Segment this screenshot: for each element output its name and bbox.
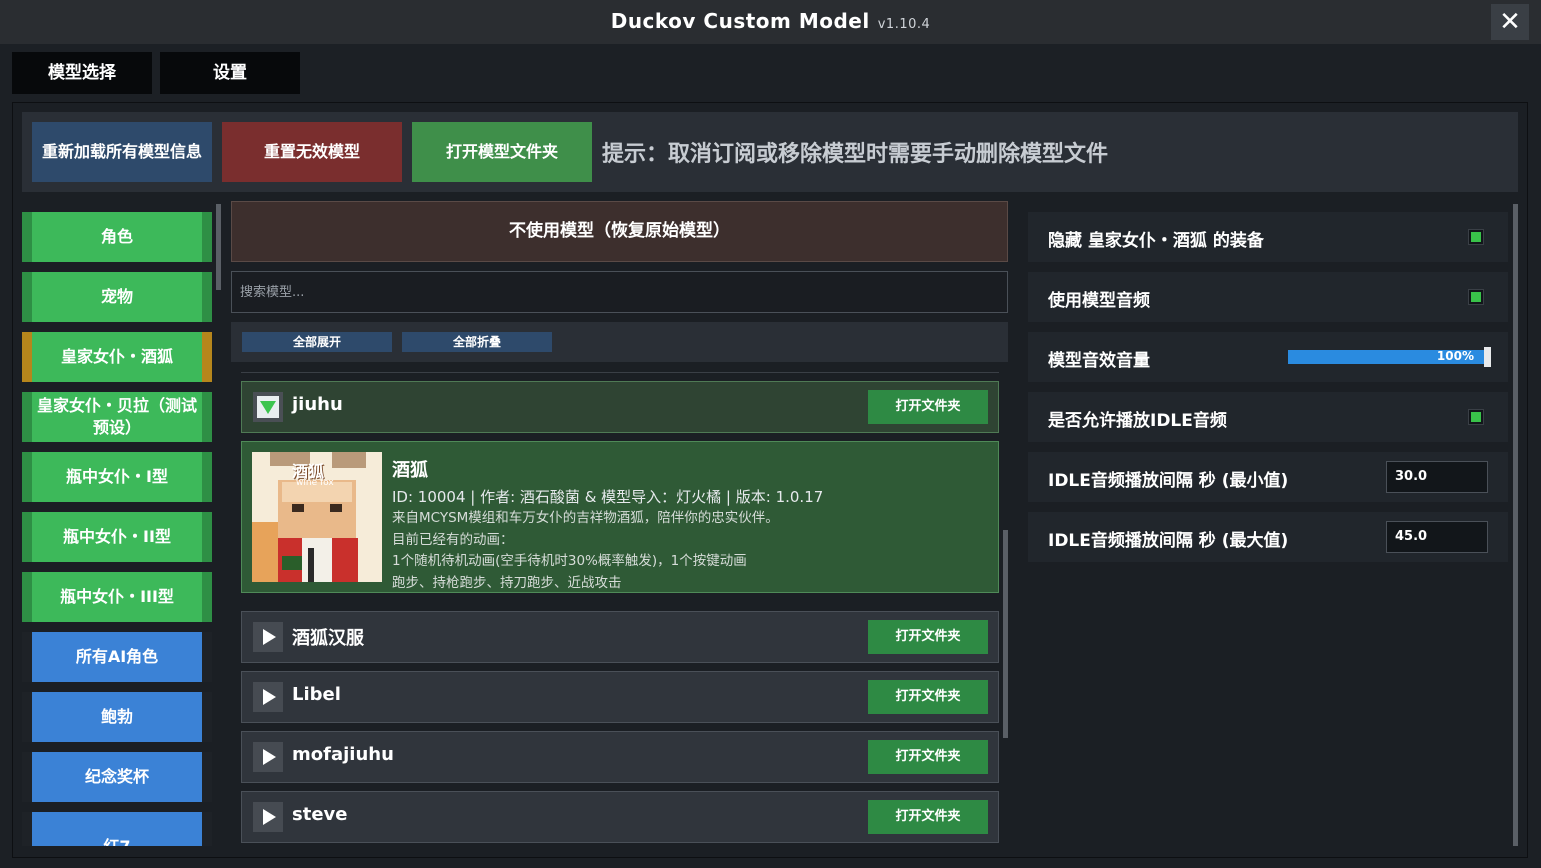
category-bob[interactable]: 鲍勃 bbox=[22, 692, 212, 742]
setting-allow-idle: 是否允许播放IDLE音频 bbox=[1028, 392, 1508, 442]
model-name: Libel bbox=[292, 684, 341, 705]
setting-idle-max: IDLE音频播放间隔 秒 (最大值) 45.0 bbox=[1028, 512, 1508, 562]
idle-max-input[interactable]: 45.0 bbox=[1386, 521, 1488, 553]
setting-label: 是否允许播放IDLE音频 bbox=[1048, 411, 1227, 431]
tab-model-select[interactable]: 模型选择 bbox=[12, 52, 152, 94]
window-title-text: Duckov Custom Model bbox=[610, 9, 870, 33]
no-model-button[interactable]: 不使用模型（恢复原始模型） bbox=[231, 201, 1008, 262]
desc-line: 跑步、持枪跑步、持刀跑步、近战攻击 bbox=[392, 574, 622, 591]
hide-equipment-checkbox[interactable] bbox=[1468, 229, 1484, 245]
collapsed-arrow-icon[interactable] bbox=[253, 622, 283, 652]
setting-label: 模型音效音量 bbox=[1048, 351, 1150, 371]
volume-slider[interactable]: 100% bbox=[1288, 347, 1491, 367]
allow-idle-checkbox[interactable] bbox=[1468, 409, 1484, 425]
reset-invalid-button[interactable]: 重置无效模型 bbox=[222, 122, 402, 182]
expand-bar: 全部展开 全部折叠 bbox=[231, 322, 1008, 362]
thumbnail-subtitle: wine fox bbox=[296, 478, 334, 488]
expanded-arrow-icon[interactable] bbox=[253, 392, 283, 422]
check-mark-icon bbox=[1471, 412, 1481, 422]
model-row-steve[interactable]: steve 打开文件夹 bbox=[241, 791, 999, 843]
category-royal-maid-winefox[interactable]: 皇家女仆・酒狐 bbox=[22, 332, 212, 382]
model-name: jiuhu bbox=[292, 394, 343, 415]
collapsed-arrow-icon[interactable] bbox=[253, 682, 283, 712]
tab-settings[interactable]: 设置 bbox=[160, 52, 300, 94]
desc-line: 1个随机待机动画(空手待机时30%概率触发)，1个按键动画 bbox=[392, 553, 747, 569]
desc-line: 来自MCYSM模组和车万女仆的吉祥物酒狐，陪伴你的忠实伙伴。 bbox=[392, 510, 779, 526]
list-divider bbox=[241, 372, 999, 373]
expand-all-button[interactable]: 全部展开 bbox=[242, 332, 392, 352]
model-name: steve bbox=[292, 804, 348, 825]
setting-use-sound: 使用模型音频 bbox=[1028, 272, 1508, 322]
model-row-jiuhu-hanfu[interactable]: 酒狐汉服 打开文件夹 bbox=[241, 611, 999, 663]
setting-volume: 模型音效音量 100% bbox=[1028, 332, 1508, 382]
model-row-libel[interactable]: Libel 打开文件夹 bbox=[241, 671, 999, 723]
toolbar: 重新加载所有模型信息 重置无效模型 打开模型文件夹 提示：取消订阅或移除模型时需… bbox=[22, 112, 1518, 192]
collapsed-arrow-icon[interactable] bbox=[253, 742, 283, 772]
model-detail-card[interactable]: 酒狐 wine fox 酒狐 ID: 10004 | 作者: 酒石酸菌 & 模型… bbox=[241, 441, 999, 593]
slider-handle[interactable] bbox=[1484, 347, 1491, 367]
collapse-all-button[interactable]: 全部折叠 bbox=[402, 332, 552, 352]
open-folder-button[interactable]: 打开文件夹 bbox=[868, 740, 988, 774]
category-pet[interactable]: 宠物 bbox=[22, 272, 212, 322]
reload-models-button[interactable]: 重新加载所有模型信息 bbox=[32, 122, 212, 182]
model-title: 酒狐 bbox=[392, 460, 428, 481]
model-name: mofajiuhu bbox=[292, 744, 394, 765]
collapsed-arrow-icon[interactable] bbox=[253, 802, 283, 832]
setting-label: IDLE音频播放间隔 秒 (最小值) bbox=[1048, 471, 1289, 491]
open-folder-button[interactable]: 打开文件夹 bbox=[868, 620, 988, 654]
open-folder-button[interactable]: 打开文件夹 bbox=[868, 800, 988, 834]
category-red7[interactable]: 红7 bbox=[22, 812, 212, 846]
model-name: 酒狐汉服 bbox=[292, 628, 364, 649]
close-icon[interactable]: ✕ bbox=[1491, 4, 1529, 40]
category-bottle-maid-1[interactable]: 瓶中女仆・I型 bbox=[22, 452, 212, 502]
setting-label: IDLE音频播放间隔 秒 (最大值) bbox=[1048, 531, 1289, 551]
desc-line: 目前已经有的动画： bbox=[392, 531, 514, 548]
idle-min-input[interactable]: 30.0 bbox=[1386, 461, 1488, 493]
open-folder-button[interactable]: 打开文件夹 bbox=[868, 390, 988, 424]
version-label: v1.10.4 bbox=[877, 17, 931, 32]
model-thumbnail: 酒狐 wine fox bbox=[252, 452, 382, 582]
setting-idle-min: IDLE音频播放间隔 秒 (最小值) 30.0 bbox=[1028, 452, 1508, 502]
category-trophy[interactable]: 纪念奖杯 bbox=[22, 752, 212, 802]
check-mark-icon bbox=[1471, 232, 1481, 242]
window-title: Duckov Custom Model v1.10.4 bbox=[0, 9, 1541, 33]
setting-hide-equipment: 隐藏 皇家女仆・酒狐 的装备 bbox=[1028, 212, 1508, 262]
check-mark-icon bbox=[1471, 292, 1481, 302]
model-row-jiuhu[interactable]: jiuhu 打开文件夹 bbox=[241, 381, 999, 433]
category-character[interactable]: 角色 bbox=[22, 212, 212, 262]
volume-value: 100% bbox=[1436, 349, 1474, 363]
category-bottle-maid-3[interactable]: 瓶中女仆・III型 bbox=[22, 572, 212, 622]
setting-label: 使用模型音频 bbox=[1048, 291, 1150, 311]
category-scrollbar[interactable] bbox=[216, 204, 221, 290]
use-sound-checkbox[interactable] bbox=[1468, 289, 1484, 305]
setting-label: 隐藏 皇家女仆・酒狐 的装备 bbox=[1048, 231, 1264, 251]
category-bottle-maid-2[interactable]: 瓶中女仆・II型 bbox=[22, 512, 212, 562]
search-input[interactable] bbox=[231, 271, 1008, 313]
open-folder-button[interactable]: 打开文件夹 bbox=[868, 680, 988, 714]
model-list-scrollbar[interactable] bbox=[1003, 530, 1008, 738]
settings-scrollbar[interactable] bbox=[1513, 204, 1518, 846]
model-row-mofajiuhu[interactable]: mofajiuhu 打开文件夹 bbox=[241, 731, 999, 783]
title-bar: Duckov Custom Model v1.10.4 ✕ bbox=[0, 0, 1541, 44]
model-description: 来自MCYSM模组和车万女仆的吉祥物酒狐，陪伴你的忠实伙伴。 目前已经有的动画：… bbox=[392, 508, 779, 592]
hint-text: 提示：取消订阅或移除模型时需要手动删除模型文件 bbox=[602, 142, 1109, 167]
category-list[interactable]: 角色 宠物 皇家女仆・酒狐 皇家女仆・贝拉（测试预设） 瓶中女仆・I型 瓶中女仆… bbox=[22, 204, 218, 846]
category-all-ai[interactable]: 所有AI角色 bbox=[22, 632, 212, 682]
category-royal-maid-bella[interactable]: 皇家女仆・贝拉（测试预设） bbox=[22, 392, 212, 442]
open-model-folder-button[interactable]: 打开模型文件夹 bbox=[412, 122, 592, 182]
model-meta: ID: 10004 | 作者: 酒石酸菌 & 模型导入：灯火橘 | 版本: 1.… bbox=[392, 488, 824, 506]
